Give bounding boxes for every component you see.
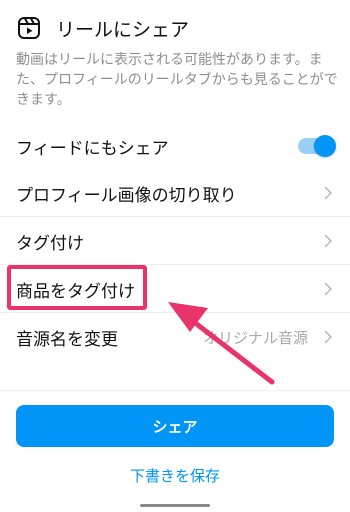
save-draft-link[interactable]: 下書きを保存: [0, 465, 350, 486]
share-button[interactable]: シェア: [16, 405, 334, 447]
home-indicator: [140, 504, 210, 507]
